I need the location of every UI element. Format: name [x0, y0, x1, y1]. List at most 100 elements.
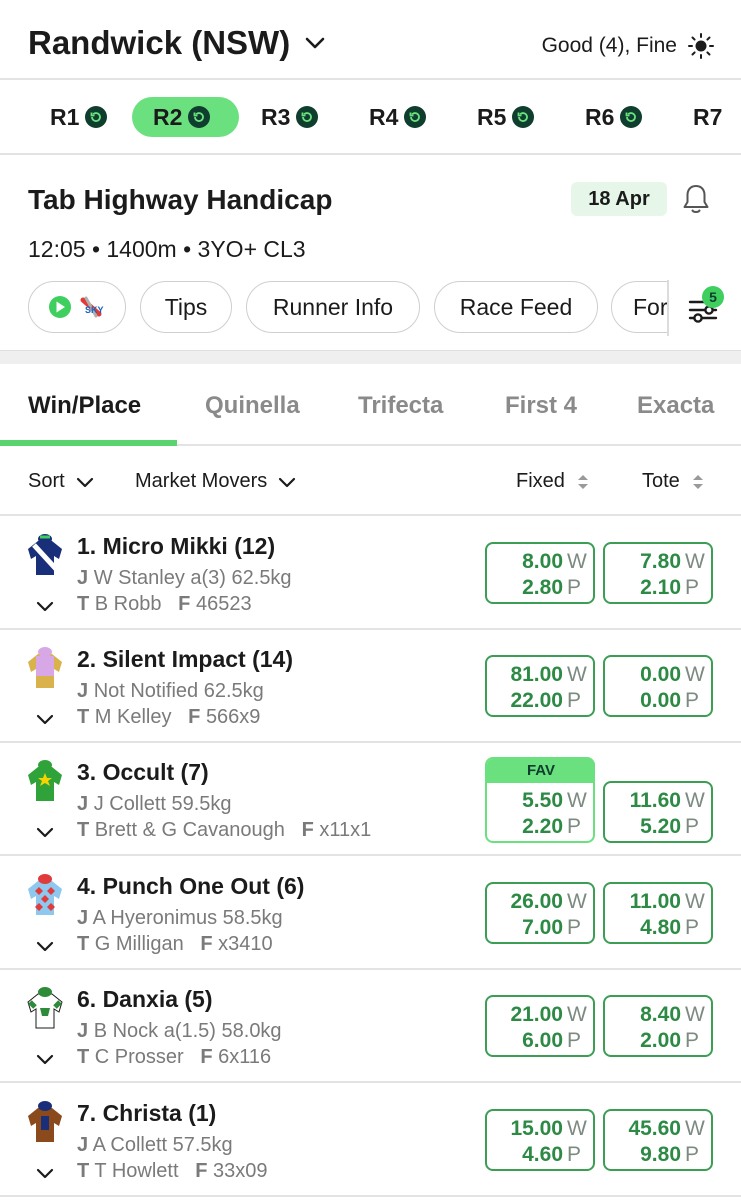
- venue-name: Randwick (NSW): [28, 24, 291, 61]
- runner-trainer-form: T B Robb F 46523: [77, 593, 252, 615]
- fixed-odds-button[interactable]: 8.00 W 2.80 P: [485, 542, 595, 604]
- race-date-badge: 18 Apr: [571, 182, 667, 216]
- runner-row[interactable]: 6. Danxia (5) J B Nock a(1.5) 58.0kg T C…: [0, 970, 741, 1083]
- jockey-silks-icon: [28, 1101, 62, 1142]
- chevron-down-icon: [76, 477, 93, 487]
- section-separator: [0, 350, 741, 364]
- race-tab-r7[interactable]: R7: [683, 97, 732, 137]
- fixed-odds-button[interactable]: 21.00 W 6.00 P: [485, 995, 595, 1057]
- tote-odds-button[interactable]: 11.60 W 5.20 P: [603, 781, 713, 843]
- chevron-down-icon[interactable]: [34, 1048, 56, 1070]
- chevron-down-icon[interactable]: [34, 821, 56, 843]
- runner-jockey: J B Nock a(1.5) 58.0kg: [77, 1020, 282, 1042]
- race-title: Tab Highway Handicap: [28, 184, 333, 215]
- race-tab-label: R7: [693, 103, 723, 130]
- replay-icon: [404, 106, 427, 128]
- fixed-odds-button[interactable]: FAV 5.50 W 2.20 P: [485, 757, 595, 843]
- runner-trainer-form: T T Howlett F 33x09: [77, 1160, 268, 1182]
- tab-trifecta[interactable]: Trifecta: [358, 392, 443, 420]
- chevron-down-icon[interactable]: [34, 595, 56, 617]
- race-tab-r3[interactable]: R3: [251, 97, 328, 137]
- sort-arrows-icon: [692, 474, 703, 489]
- race-tab-r2[interactable]: R2: [132, 97, 239, 137]
- jockey-silks-icon: [28, 534, 62, 575]
- runner-name[interactable]: 2. Silent Impact (14): [77, 646, 293, 673]
- bell-icon[interactable]: [680, 182, 712, 216]
- runner-row[interactable]: 7. Christa (1) J A Collett 57.5kg T T Ho…: [0, 1084, 741, 1197]
- runner-name[interactable]: 7. Christa (1): [77, 1100, 216, 1127]
- race-tab-label: R5: [477, 103, 507, 130]
- play-sky-icon: SKY: [49, 296, 104, 318]
- runner-jockey: J J Collett 59.5kg: [77, 793, 232, 815]
- runner-jockey: J A Collett 57.5kg: [77, 1134, 233, 1156]
- race-tab-label: R3: [261, 103, 291, 130]
- tote-odds-button[interactable]: 45.60 W 9.80 P: [603, 1109, 713, 1171]
- runner-trainer-form: T Brett & G Cavanough F x11x1: [77, 819, 372, 841]
- tote-odds-button[interactable]: 7.80 W 2.10 P: [603, 542, 713, 604]
- chevron-down-icon[interactable]: [34, 1162, 56, 1184]
- runner-row[interactable]: 2. Silent Impact (14) J Not Notified 62.…: [0, 630, 741, 743]
- fixed-sort-header[interactable]: Fixed: [516, 470, 591, 493]
- race-number-tabs: R1 R2 R3 R4 R5 R6 R7: [0, 81, 741, 155]
- fixed-odds-button[interactable]: 26.00 W 7.00 P: [485, 882, 595, 944]
- replay-icon: [296, 106, 319, 128]
- tote-odds-button[interactable]: 11.00 W 4.80 P: [603, 882, 713, 944]
- jockey-silks-icon: [28, 647, 62, 688]
- favourite-badge: FAV: [487, 759, 595, 783]
- runner-row[interactable]: 4. Punch One Out (6) J A Hyeronimus 58.5…: [0, 857, 741, 970]
- tab-exacta[interactable]: Exacta: [637, 392, 714, 420]
- tab-quinella[interactable]: Quinella: [205, 392, 300, 420]
- race-tab-label: R6: [585, 103, 615, 130]
- sun-icon: [688, 33, 714, 59]
- chevron-down-icon[interactable]: [34, 935, 56, 957]
- runner-row[interactable]: 3. Occult (7) J J Collett 59.5kg T Brett…: [0, 743, 741, 856]
- bet-type-tabs: Win/Place Quinella Trifecta First 4 Exac…: [0, 364, 741, 446]
- fixed-odds-button[interactable]: 81.00 W 22.00 P: [485, 655, 595, 717]
- runner-trainer-form: T C Prosser F 6x116: [77, 1046, 272, 1068]
- runner-row[interactable]: 1. Micro Mikki (12) J W Stanley a(3) 62.…: [0, 517, 741, 630]
- runner-name[interactable]: 6. Danxia (5): [77, 986, 213, 1013]
- chevron-down-icon[interactable]: [34, 708, 56, 730]
- jockey-silks-icon: [28, 760, 62, 801]
- sort-bar: Sort Market Movers Fixed Tote: [0, 446, 741, 516]
- runner-info-button[interactable]: Runner Info: [246, 281, 420, 333]
- market-movers-dropdown[interactable]: Market Movers: [135, 470, 297, 493]
- race-tab-r4[interactable]: R4: [359, 97, 436, 137]
- fixed-odds-button[interactable]: 15.00 W 4.60 P: [485, 1109, 595, 1171]
- tips-button[interactable]: Tips: [140, 281, 232, 333]
- jockey-silks-icon: [28, 874, 62, 915]
- sort-label: Sort: [28, 470, 65, 492]
- venue-header: Randwick (NSW) Good (4), Fine: [0, 0, 741, 80]
- race-tab-r6[interactable]: R6: [575, 97, 652, 137]
- race-action-pills: SKY Tips Runner Info Race Feed Form: [28, 281, 668, 333]
- race-tab-r5[interactable]: R5: [467, 97, 544, 137]
- runner-jockey: J W Stanley a(3) 62.5kg: [77, 567, 292, 589]
- tote-label: Tote: [642, 470, 680, 492]
- runner-name[interactable]: 1. Micro Mikki (12): [77, 533, 275, 560]
- runner-trainer-form: T M Kelley F 566x9: [77, 706, 261, 728]
- race-meta: 12:05 • 1400m • 3YO+ CL3: [28, 236, 306, 262]
- svg-text:SKY: SKY: [85, 305, 104, 315]
- race-tab-label: R2: [153, 103, 183, 130]
- sort-arrows-icon: [577, 474, 588, 489]
- venue-selector[interactable]: Randwick (NSW): [28, 24, 326, 62]
- fixed-label: Fixed: [516, 470, 565, 492]
- tote-odds-button[interactable]: 0.00 W 0.00 P: [603, 655, 713, 717]
- watch-live-button[interactable]: SKY: [28, 281, 126, 333]
- jockey-silks-icon: [27, 987, 63, 1029]
- replay-icon: [188, 106, 211, 128]
- replay-icon: [512, 106, 535, 128]
- replay-icon: [620, 106, 643, 128]
- race-feed-button[interactable]: Race Feed: [434, 281, 598, 333]
- form-button[interactable]: Form: [611, 281, 668, 333]
- tab-first-4[interactable]: First 4: [505, 392, 577, 420]
- sort-dropdown[interactable]: Sort: [28, 470, 95, 493]
- tab-win-place[interactable]: Win/Place: [28, 392, 141, 420]
- runner-name[interactable]: 4. Punch One Out (6): [77, 873, 304, 900]
- tote-odds-button[interactable]: 8.40 W 2.00 P: [603, 995, 713, 1057]
- race-tab-r1[interactable]: R1: [40, 97, 117, 137]
- runner-jockey: J A Hyeronimus 58.5kg: [77, 907, 283, 929]
- chevron-down-icon: [305, 37, 325, 49]
- runner-name[interactable]: 3. Occult (7): [77, 759, 209, 786]
- tote-sort-header[interactable]: Tote: [642, 470, 706, 493]
